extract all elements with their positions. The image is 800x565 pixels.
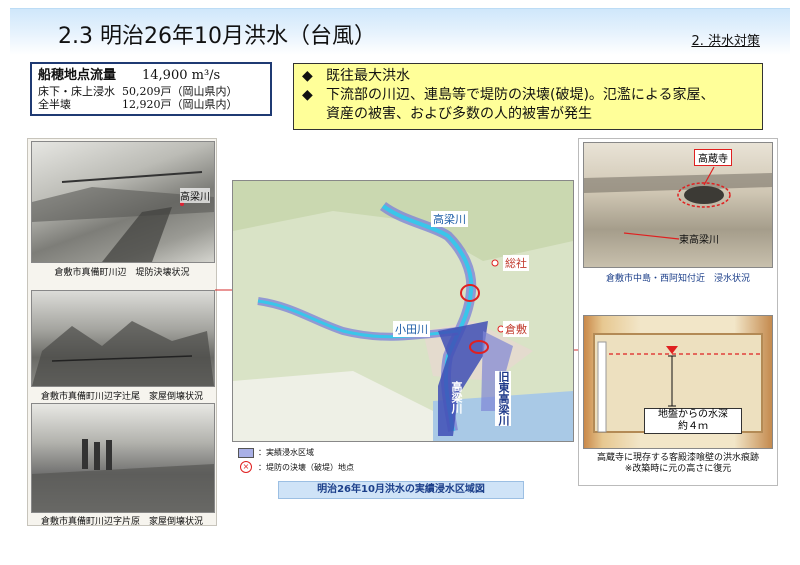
map-graphic (233, 181, 573, 441)
break-point-icon: × (240, 461, 252, 473)
depth-label-line-1: 地盤からの水深 (658, 409, 728, 420)
wall-caption-line-1: 高蔵寺に現存する客殿漆喰壁の洪水痕跡 (596, 453, 759, 463)
depth-label-box: 地盤からの水深 約４ｍ (644, 408, 742, 434)
east-takahashi-label: 東高梁川 (679, 235, 719, 246)
temple-label: 高蔵寺 (694, 149, 732, 166)
map-label-odagawa: 小田川 (393, 321, 430, 337)
map-label-old-east-takahashi: 旧東高梁川 (495, 371, 511, 426)
wall-caption-line-2: ※改築時に元の高さに復元 (624, 464, 732, 474)
flood-area-swatch (238, 447, 254, 458)
wall-flood-mark-photo: 地盤からの水深 約４ｍ (583, 315, 773, 449)
map-label-soja: 総社 (503, 255, 529, 271)
map-label-kurashiki: 倉敷 (503, 321, 529, 337)
wall-photo-caption: 高蔵寺に現存する客殿漆喰壁の洪水痕跡 ※改築時に元の高さに復元 (579, 453, 777, 475)
inundation-photo-caption: 倉敷市中島・西阿知付近 浸水状況 (605, 274, 750, 284)
map-legend: ：実績浸水区域 × ：堤防の決壊（破堤）地点 (232, 443, 392, 473)
map-label-takahashi: 高梁川 (431, 211, 468, 227)
flood-area-map: 高梁川 総社 小田川 倉敷 高梁川 旧東高梁川 (232, 180, 574, 442)
inundation-photo: 高蔵寺 東高梁川 (583, 142, 773, 268)
map-caption: 明治26年10月洪水の実績浸水区域図 (278, 481, 524, 499)
map-label-takahashi-vertical: 高梁川 (450, 381, 463, 414)
right-photo-panel: 高蔵寺 東高梁川 倉敷市中島・西阿知付近 浸水状況 地盤からの水深 約４ｍ 高蔵… (578, 138, 778, 486)
legend-break-point: ：堤防の決壊（破堤）地点 (258, 462, 354, 472)
legend-flood-area: ：実績浸水区域 (258, 448, 314, 457)
depth-label-line-2: 約４ｍ (678, 421, 708, 432)
